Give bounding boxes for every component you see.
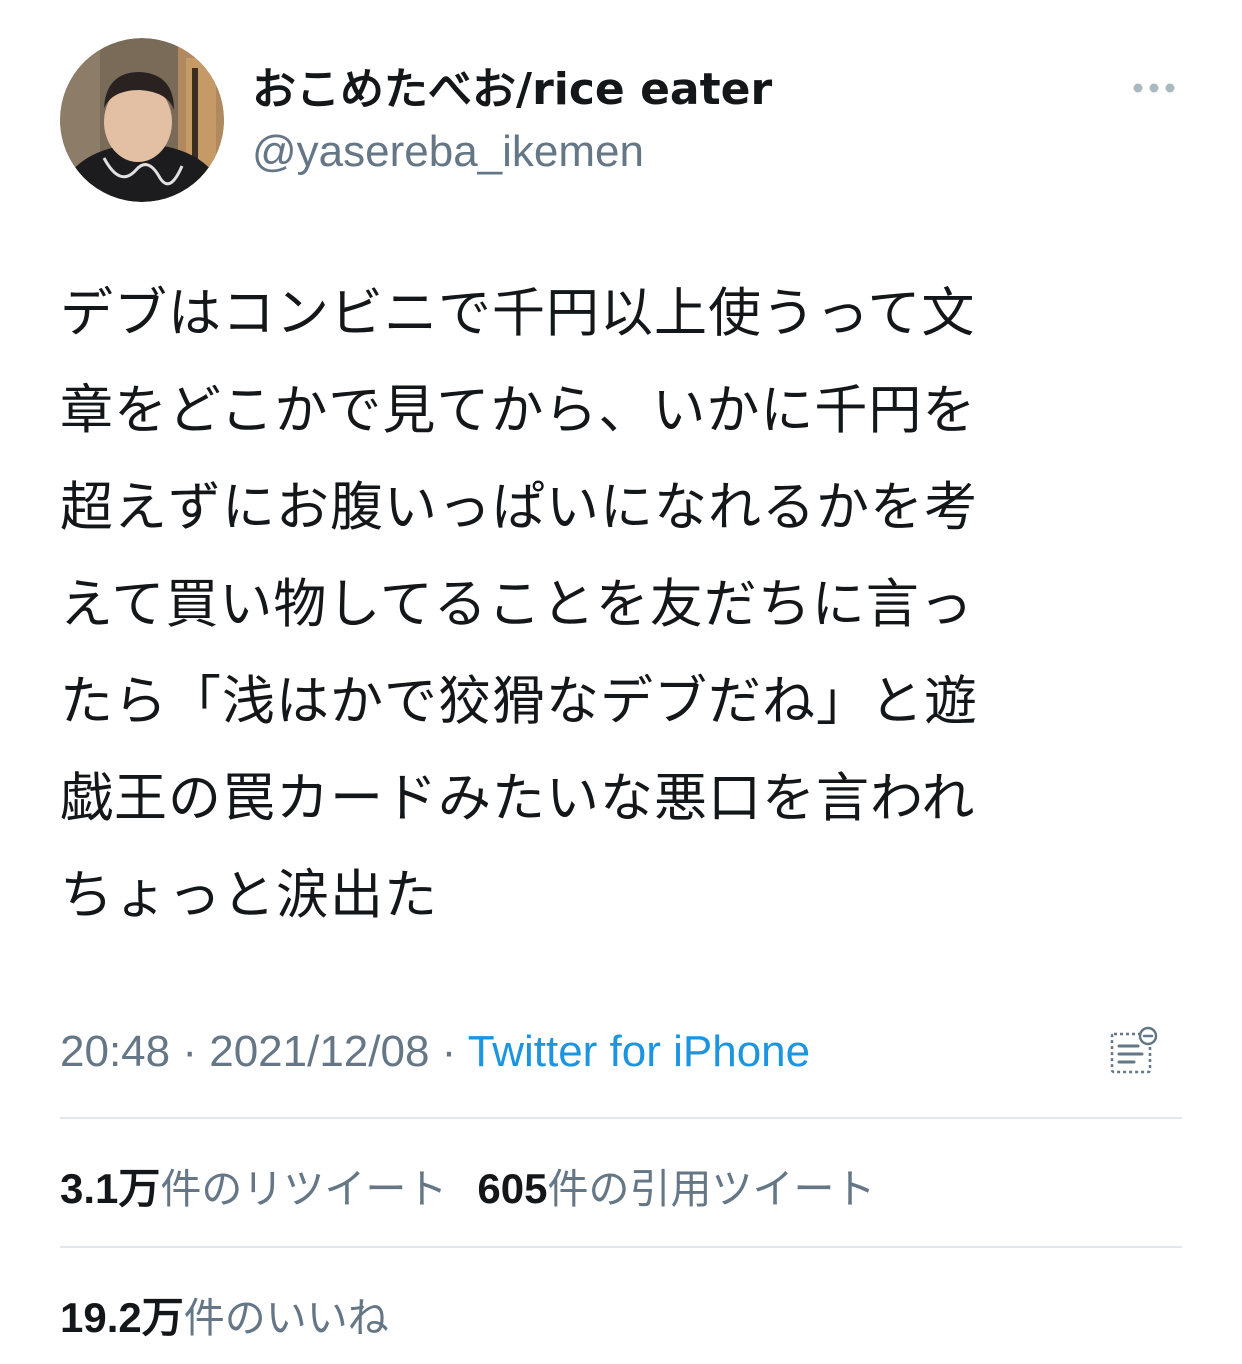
quote-label: 件の引用ツイート: [547, 1165, 876, 1213]
tweet-header: おこめたべお/rice eater @yasereba_ikemen: [60, 38, 1182, 203]
tweet-line: ちょっと涙出た: [60, 865, 438, 926]
tweet-line: デブはコンビニで千円以上使うって文: [60, 283, 976, 344]
user-handle[interactable]: @yasereba_ikemen: [252, 122, 772, 182]
retweets-stat[interactable]: 3.1万件のリツイート: [60, 1155, 447, 1216]
divider: [60, 1117, 1182, 1119]
tweet-time[interactable]: 20:48: [60, 1027, 170, 1076]
retweet-count: 3.1万: [60, 1165, 161, 1212]
source-link[interactable]: Twitter for iPhone: [468, 1027, 810, 1076]
tweet-line: えて買い物してることを友だちに言っ: [60, 574, 974, 635]
meta-separator: ·: [170, 1027, 210, 1076]
retweet-stats: 3.1万件のリツイート 605件の引用ツイート: [60, 1155, 1182, 1215]
tweet-line: 章をどこかで見てから、いかに千円を: [60, 380, 977, 441]
likes-stats: 19.2万件のいいね: [60, 1284, 1182, 1344]
avatar[interactable]: [60, 38, 224, 202]
timestamp-line: 20:48 · 2021/12/08 · Twitter for iPhone: [60, 1024, 810, 1080]
tweet-meta: 20:48 · 2021/12/08 · Twitter for iPhone: [60, 1018, 1182, 1082]
author-names: おこめたべお/rice eater @yasereba_ikemen: [252, 60, 772, 182]
like-count: 19.2万: [60, 1294, 184, 1341]
view-activity-icon[interactable]: [1108, 1026, 1160, 1078]
like-label: 件のいいね: [183, 1294, 389, 1342]
quote-count: 605: [477, 1165, 548, 1212]
tweet-line: たら「浅はかで狡猾なデブだね」と遊: [60, 671, 978, 732]
likes-stat[interactable]: 19.2万件のいいね: [60, 1284, 389, 1345]
more-horizontal-icon[interactable]: [1130, 76, 1178, 100]
divider: [60, 1246, 1182, 1248]
meta-separator: ·: [429, 1027, 468, 1076]
tweet-text: デブはコンビニで千円以上使うって文 章をどこかで見てから、いかに千円を 超えずに…: [60, 265, 1182, 944]
retweet-label: 件のリツイート: [160, 1165, 448, 1213]
tweet-line: 戯王の罠カードみたいな悪口を言われ: [60, 768, 976, 829]
tweet-date[interactable]: 2021/12/08: [209, 1027, 429, 1076]
quotes-stat[interactable]: 605件の引用ツイート: [477, 1155, 875, 1215]
tweet-line: 超えずにお腹いっぱいになれるかを考: [60, 477, 978, 538]
display-name[interactable]: おこめたべお/rice eater: [252, 60, 772, 120]
